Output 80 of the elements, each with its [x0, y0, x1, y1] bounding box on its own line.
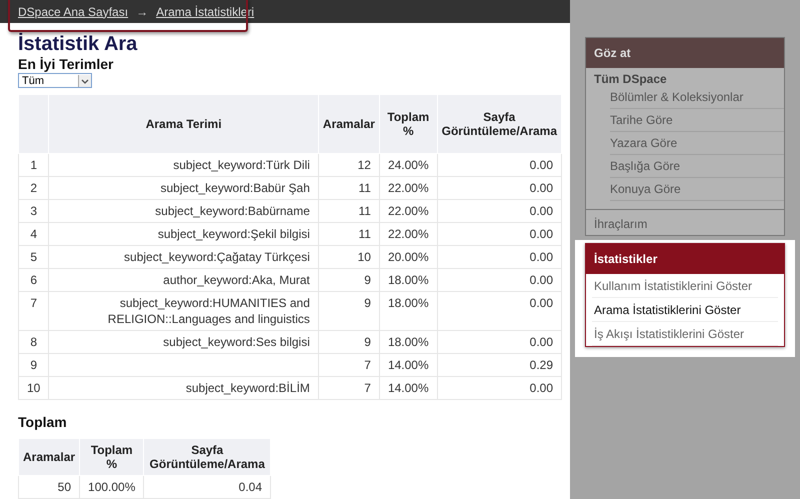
column-header: Toplam % — [379, 94, 438, 154]
table-cell: 9 — [318, 268, 380, 292]
breadcrumb-separator: → — [136, 4, 148, 18]
column-header: Sayfa Görüntüleme/Arama — [144, 438, 270, 476]
table-cell: 18.00% — [379, 330, 438, 354]
column-header: Sayfa Görüntüleme/Arama — [437, 94, 562, 154]
table-cell: subject_keyword:Türk Dili — [48, 154, 318, 176]
table-cell: 4 — [18, 222, 49, 246]
column-header — [18, 94, 49, 154]
table-cell: 3 — [18, 200, 49, 222]
table-cell: subject_keyword:Babürname — [48, 200, 318, 222]
table-cell: author_keyword:Aka, Murat — [48, 268, 318, 292]
table-cell: 0.00 — [437, 376, 562, 400]
table-cell: subject_keyword:Babür Şah — [48, 176, 318, 200]
table-cell: 18.00% — [379, 268, 438, 292]
column-header: Arama Terimi — [48, 94, 318, 154]
breadcrumb-link[interactable]: DSpace Ana Sayfası — [18, 4, 128, 18]
browse-link[interactable]: Başlığa Göre — [610, 155, 784, 178]
table-cell: 24.00% — [379, 154, 438, 176]
table-cell: 11 — [318, 200, 380, 222]
table-cell: subject_keyword:Şekil bilgisi — [48, 222, 318, 246]
group-label: Tüm DSpace — [593, 71, 668, 86]
column-header: Toplam % — [80, 438, 144, 476]
table-cell: 50 — [18, 476, 80, 498]
panel-header: İstatistikler — [586, 244, 784, 274]
table-cell: 14.00% — [379, 376, 438, 400]
table-cell: 0.00 — [437, 200, 562, 222]
table-cell: 100.00% — [80, 476, 144, 498]
table-cell: 0.00 — [437, 330, 562, 354]
table-cell: 22.00% — [379, 176, 438, 200]
breadcrumb-link[interactable]: Arama İstatistikleri — [156, 4, 254, 18]
table-cell: 6 — [18, 268, 49, 292]
table-cell: 0.00 — [437, 176, 562, 200]
table-cell: 8 — [18, 330, 49, 354]
table-cell: 0.00 — [437, 292, 562, 330]
table-cell: subject_keyword:HUMANITIES and RELIGION::Languages and linguistics — [48, 292, 318, 330]
table-cell: 10 — [18, 376, 49, 400]
table-cell: 9 — [318, 292, 380, 330]
table-cell: 7 — [318, 376, 380, 400]
statistics-link[interactable]: Kullanım İstatistiklerini Göster — [592, 274, 778, 298]
table-cell: 1 — [18, 154, 49, 176]
browse-link[interactable]: Bölümler & Koleksiyonlar — [610, 86, 784, 109]
totals-heading: Toplam — [18, 414, 68, 430]
column-header: Aramalar — [18, 438, 80, 476]
panel-header: Göz at — [586, 38, 784, 68]
table-cell: 22.00% — [379, 222, 438, 246]
filter-select[interactable]: Tüm — [18, 73, 92, 88]
export-link[interactable]: İhraçlarım — [586, 209, 784, 235]
table-cell: 11 — [318, 222, 380, 246]
statistics-link[interactable]: İş Akışı İstatistiklerini Göster — [592, 322, 778, 346]
table-cell: 11 — [318, 176, 380, 200]
table-cell: 9 — [18, 354, 49, 376]
table-cell: 2 — [18, 176, 49, 200]
column-header: Aramalar — [318, 94, 380, 154]
table-cell: subject_keyword:Çağatay Türkçesi — [48, 246, 318, 268]
table-cell: 14.00% — [379, 354, 438, 376]
table-cell: 5 — [18, 246, 49, 268]
statistics-link[interactable]: Arama İstatistiklerini Göster — [592, 298, 778, 322]
table-cell: 22.00% — [379, 200, 438, 222]
table-cell: 0.00 — [437, 222, 562, 246]
page-title: İstatistik Ara — [18, 33, 138, 55]
table-cell: subject_keyword:Ses bilgisi — [48, 330, 318, 354]
table-cell: 20.00% — [379, 246, 438, 268]
table-cell: 18.00% — [379, 292, 438, 330]
table-cell: 0.00 — [437, 246, 562, 268]
table-cell: subject_keyword:BİLİM — [48, 376, 318, 400]
table-cell: 0.04 — [144, 476, 270, 498]
table-cell: 7 — [18, 292, 49, 330]
section-title: En İyi Terimler — [18, 55, 114, 73]
table-cell: 0.00 — [437, 268, 562, 292]
table-cell: 12 — [318, 154, 380, 176]
table-cell: 7 — [318, 354, 380, 376]
table-cell: 0.00 — [437, 154, 562, 176]
browse-link[interactable]: Yazara Göre — [610, 132, 784, 155]
browse-link[interactable]: Tarihe Göre — [610, 109, 784, 132]
browse-link[interactable]: Konuya Göre — [610, 178, 784, 201]
caret-icon — [78, 74, 91, 86]
table-cell: 10 — [318, 246, 380, 268]
table-cell: 0.29 — [437, 354, 562, 376]
table-cell: 9 — [318, 330, 380, 354]
